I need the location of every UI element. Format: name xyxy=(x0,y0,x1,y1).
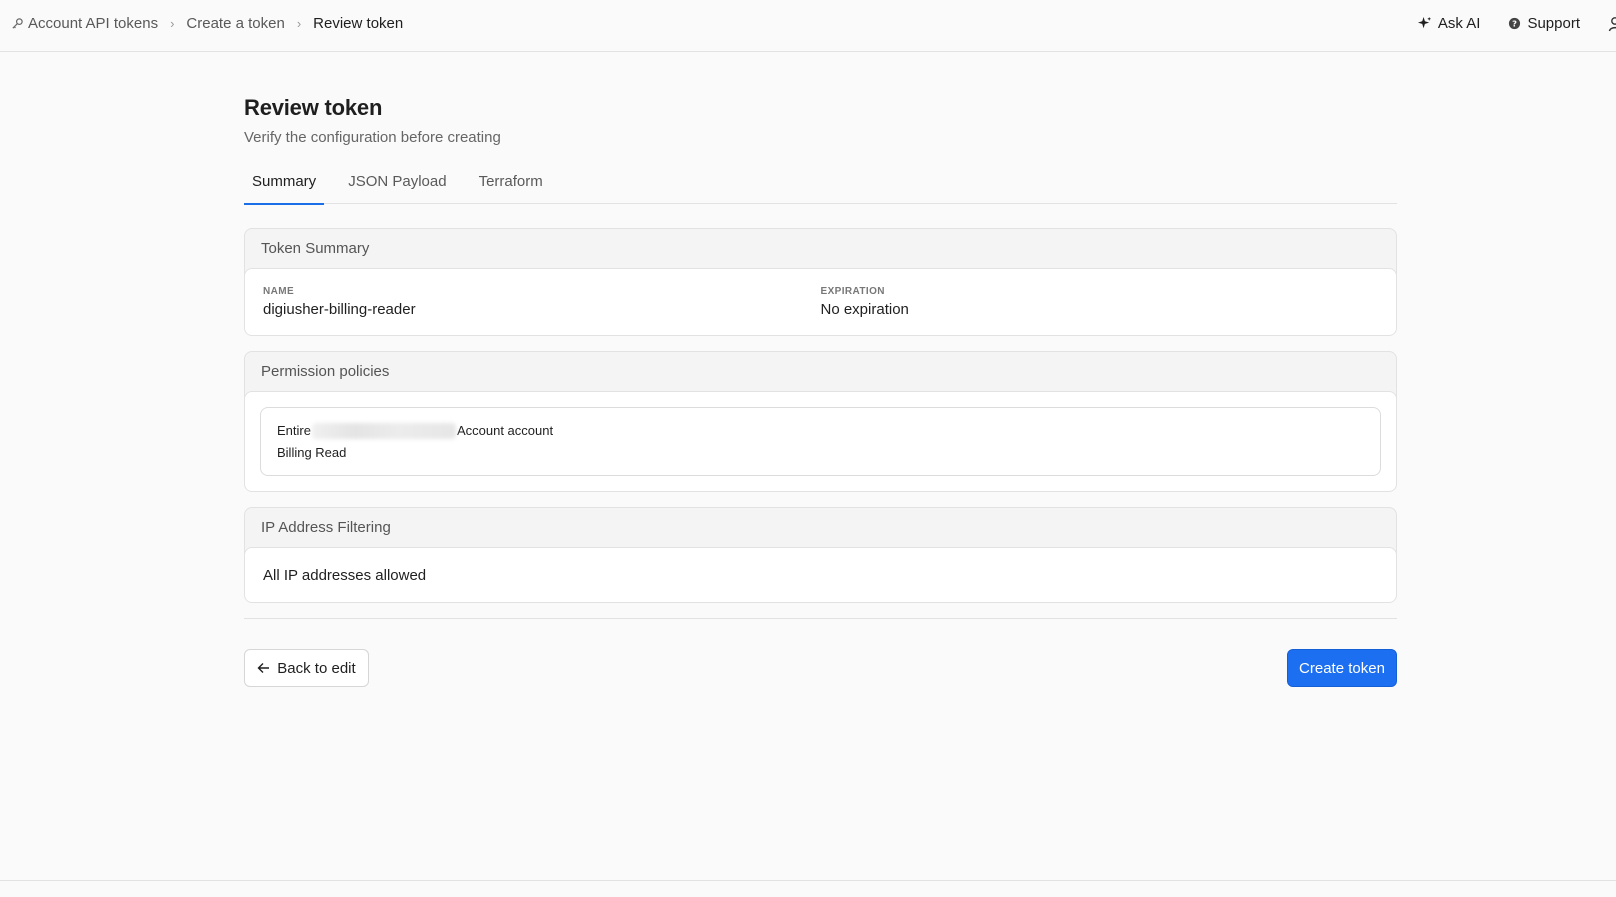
scope-suffix: Account account xyxy=(456,423,554,438)
policy-scope: Entire Account account xyxy=(277,422,1364,439)
footer-divider xyxy=(0,880,1616,881)
ip-filtering-card: IP Address Filtering All IP addresses al… xyxy=(244,507,1397,603)
page-title: Review token xyxy=(244,95,383,120)
support-button[interactable]: ? Support xyxy=(1508,15,1580,32)
tab-terraform[interactable]: Terraform xyxy=(471,172,551,204)
policy-permission: Billing Read xyxy=(277,445,347,460)
name-label: NAME xyxy=(263,286,295,297)
ask-ai-label: Ask AI xyxy=(1437,15,1481,32)
create-token-button[interactable]: Create token xyxy=(1287,649,1397,687)
redacted-account-name xyxy=(311,422,456,439)
tab-summary[interactable]: Summary xyxy=(244,172,325,205)
breadcrumb: Account API tokens › Create a token › Re… xyxy=(11,0,403,47)
top-bar: Account API tokens › Create a token › Re… xyxy=(0,0,1616,52)
chevron-right-icon: › xyxy=(296,16,302,31)
card-header: Token Summary xyxy=(261,240,370,257)
sparkle-icon xyxy=(1417,16,1431,29)
chevron-right-icon: › xyxy=(170,16,175,31)
card-header: Permission policies xyxy=(261,363,390,380)
breadcrumb-label: Account API tokens xyxy=(28,15,159,32)
page-subtitle: Verify the configuration before creating xyxy=(244,129,501,146)
back-to-edit-button[interactable]: Back to edit xyxy=(244,649,369,687)
divider xyxy=(244,618,1397,619)
ask-ai-button[interactable]: Ask AI xyxy=(1417,15,1481,32)
name-field: NAME digiusher-billing-reader xyxy=(263,286,821,335)
permission-policies-body: Entire Account account Billing Read xyxy=(245,391,1396,491)
permission-policies-card: Permission policies Entire Account accou… xyxy=(244,351,1397,492)
back-to-edit-label: Back to edit xyxy=(277,659,356,677)
breadcrumb-current: Review token xyxy=(313,15,404,32)
token-summary-card: Token Summary NAME digiusher-billing-rea… xyxy=(244,228,1397,336)
tab-bar: Summary JSON Payload Terraform xyxy=(244,172,1397,205)
svg-text:?: ? xyxy=(1513,19,1518,29)
name-value: digiusher-billing-reader xyxy=(263,301,416,318)
expiration-label: EXPIRATION xyxy=(820,286,885,297)
help-circle-icon: ? xyxy=(1509,17,1521,30)
arrow-left-icon xyxy=(257,663,270,673)
action-row: Back to edit Create token xyxy=(244,649,1397,687)
breadcrumb-create-token[interactable]: Create a token xyxy=(186,15,284,32)
support-label: Support xyxy=(1527,15,1580,32)
main-content: Review token Verify the configuration be… xyxy=(244,95,1397,687)
breadcrumb-account-api-tokens[interactable]: Account API tokens xyxy=(11,15,158,32)
token-summary-body: NAME digiusher-billing-reader EXPIRATION… xyxy=(245,268,1396,335)
scope-prefix: Entire xyxy=(277,423,311,438)
ip-filtering-value: All IP addresses allowed xyxy=(245,547,1396,602)
breadcrumb-label: Create a token xyxy=(186,15,285,32)
expiration-field: EXPIRATION No expiration xyxy=(821,286,1379,335)
expiration-value: No expiration xyxy=(820,301,909,318)
tab-json-payload[interactable]: JSON Payload xyxy=(340,172,454,204)
policy-item: Entire Account account Billing Read xyxy=(260,407,1381,476)
top-actions: Ask AI ? Support xyxy=(1417,0,1616,47)
key-icon xyxy=(12,18,23,29)
user-icon[interactable] xyxy=(1608,16,1616,32)
card-header: IP Address Filtering xyxy=(261,519,391,536)
